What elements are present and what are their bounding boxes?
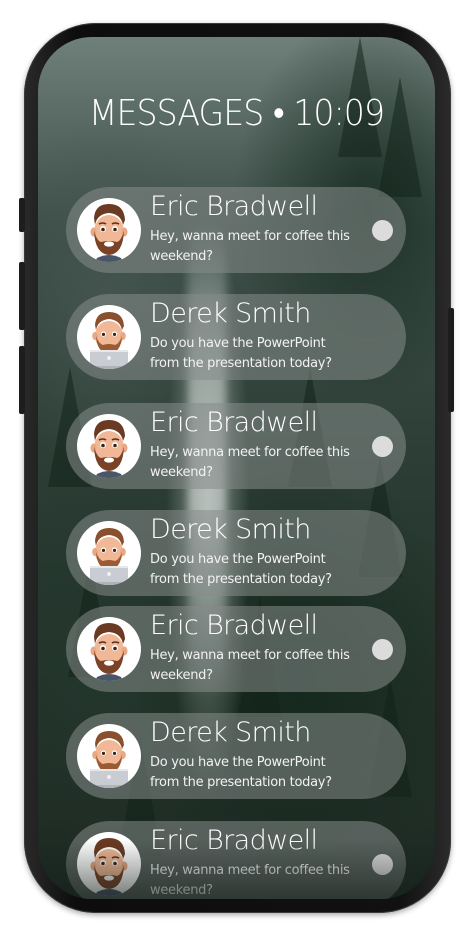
power-button[interactable] <box>448 308 454 412</box>
message-card[interactable]: Eric Bradwell Hey, wanna meet for coffee … <box>66 403 406 489</box>
sender-name: Derek Smith <box>150 717 311 748</box>
message-preview: Do you have the PowerPoint from the pres… <box>150 336 332 371</box>
avatar <box>77 198 141 262</box>
message-preview: Do you have the PowerPoint from the pres… <box>150 552 332 587</box>
message-card[interactable]: Eric Bradwell Hey, wanna meet for coffee … <box>66 606 406 692</box>
unread-indicator <box>372 639 393 660</box>
message-preview: Do you have the PowerPoint from the pres… <box>150 755 332 790</box>
unread-indicator <box>372 220 393 241</box>
avatar <box>77 305 141 369</box>
sender-name: Eric Bradwell <box>150 191 318 222</box>
message-card[interactable]: Derek Smith Do you have the PowerPoint fr… <box>66 294 406 380</box>
message-preview: Hey, wanna meet for coffee this weekend? <box>150 648 350 683</box>
sender-name: Eric Bradwell <box>150 610 318 641</box>
sender-name: Derek Smith <box>150 514 311 545</box>
avatar <box>77 414 141 478</box>
action-button[interactable] <box>19 198 25 232</box>
message-preview: Hey, wanna meet for coffee this weekend? <box>150 445 350 480</box>
sender-name: Derek Smith <box>150 298 311 329</box>
message-card[interactable]: Derek Smith Do you have the PowerPoint fr… <box>66 510 406 596</box>
unread-indicator <box>372 436 393 457</box>
avatar <box>77 521 141 585</box>
sender-name: Eric Bradwell <box>150 407 318 438</box>
message-card[interactable]: Eric Bradwell Hey, wanna meet for coffee … <box>66 187 406 273</box>
volume-down-button[interactable] <box>19 346 25 414</box>
avatar <box>77 617 141 681</box>
avatar <box>77 724 141 788</box>
bottom-fade <box>38 839 435 899</box>
page-title: MESSAGES • 10:09 <box>88 93 385 134</box>
message-preview: Hey, wanna meet for coffee this weekend? <box>150 229 350 264</box>
message-card[interactable]: Derek Smith Do you have the PowerPoint fr… <box>66 713 406 799</box>
volume-up-button[interactable] <box>19 262 25 330</box>
phone-screen: MESSAGES • 10:09 Eric Bradwell Hey, wanna… <box>38 37 435 899</box>
